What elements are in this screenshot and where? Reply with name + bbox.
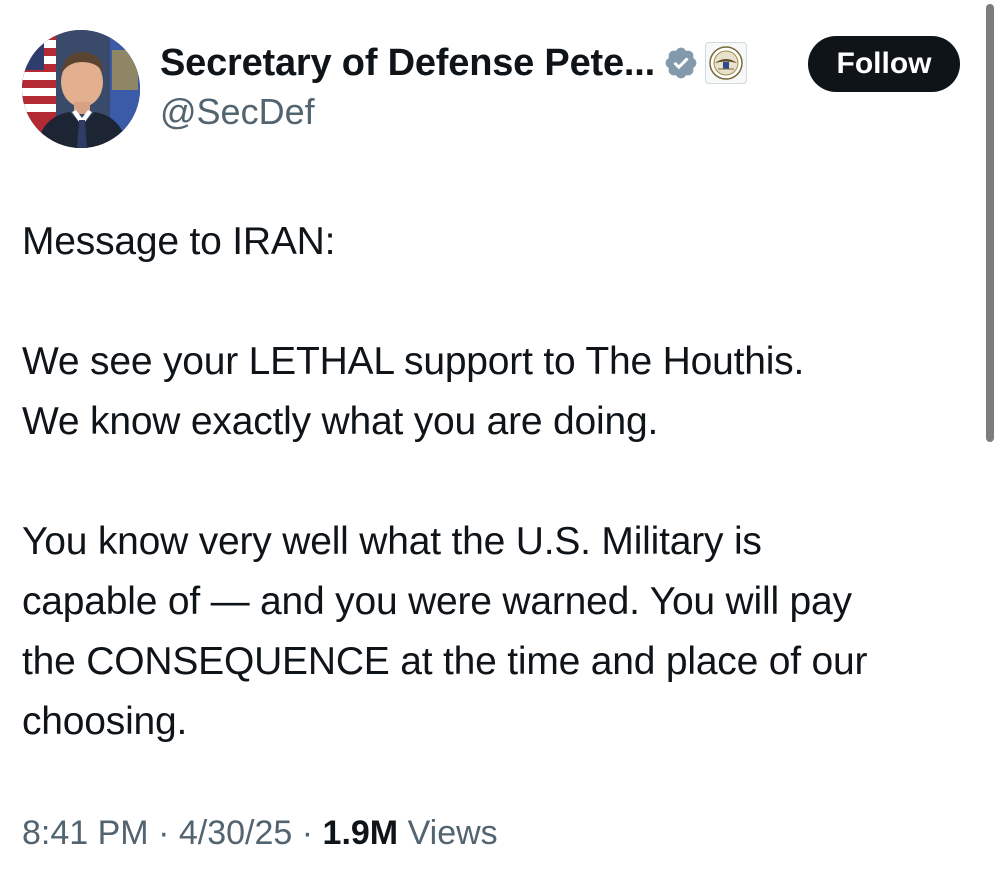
tweet-line-1: Message to IRAN: — [22, 220, 336, 263]
author-block: Secretary of Defense Pete... @SecDef — [160, 36, 800, 134]
follow-button[interactable]: Follow — [808, 36, 960, 92]
views-label: Views — [407, 814, 498, 852]
scrollbar[interactable] — [986, 4, 994, 442]
name-row: Secretary of Defense Pete... — [160, 36, 800, 90]
avatar[interactable] — [22, 30, 140, 148]
views-count: 1.9M — [322, 814, 399, 852]
tweet-text: Message to IRAN: We see your LETHAL supp… — [22, 212, 982, 752]
tweet-paragraph-2: We see your LETHAL support to The Houthi… — [22, 340, 805, 443]
tweet-paragraph-3: You know very well what the U.S. Militar… — [22, 520, 868, 743]
tweet-date[interactable]: 4/30/25 — [179, 814, 292, 852]
handle[interactable]: @SecDef — [160, 90, 800, 134]
tweet-meta: 8:41 PM · 4/30/25 · 1.9M Views — [22, 808, 498, 858]
meta-separator: · — [301, 814, 314, 852]
avatar-portrait-icon — [22, 30, 140, 148]
display-name[interactable]: Secretary of Defense Pete... — [160, 42, 655, 85]
tweet-time[interactable]: 8:41 PM — [22, 814, 149, 852]
meta-separator: · — [158, 814, 170, 852]
dod-seal-icon[interactable] — [704, 42, 747, 84]
tweet: Secretary of Defense Pete... @SecDef Fol… — [0, 0, 1000, 875]
verified-badge-icon[interactable] — [663, 45, 699, 81]
